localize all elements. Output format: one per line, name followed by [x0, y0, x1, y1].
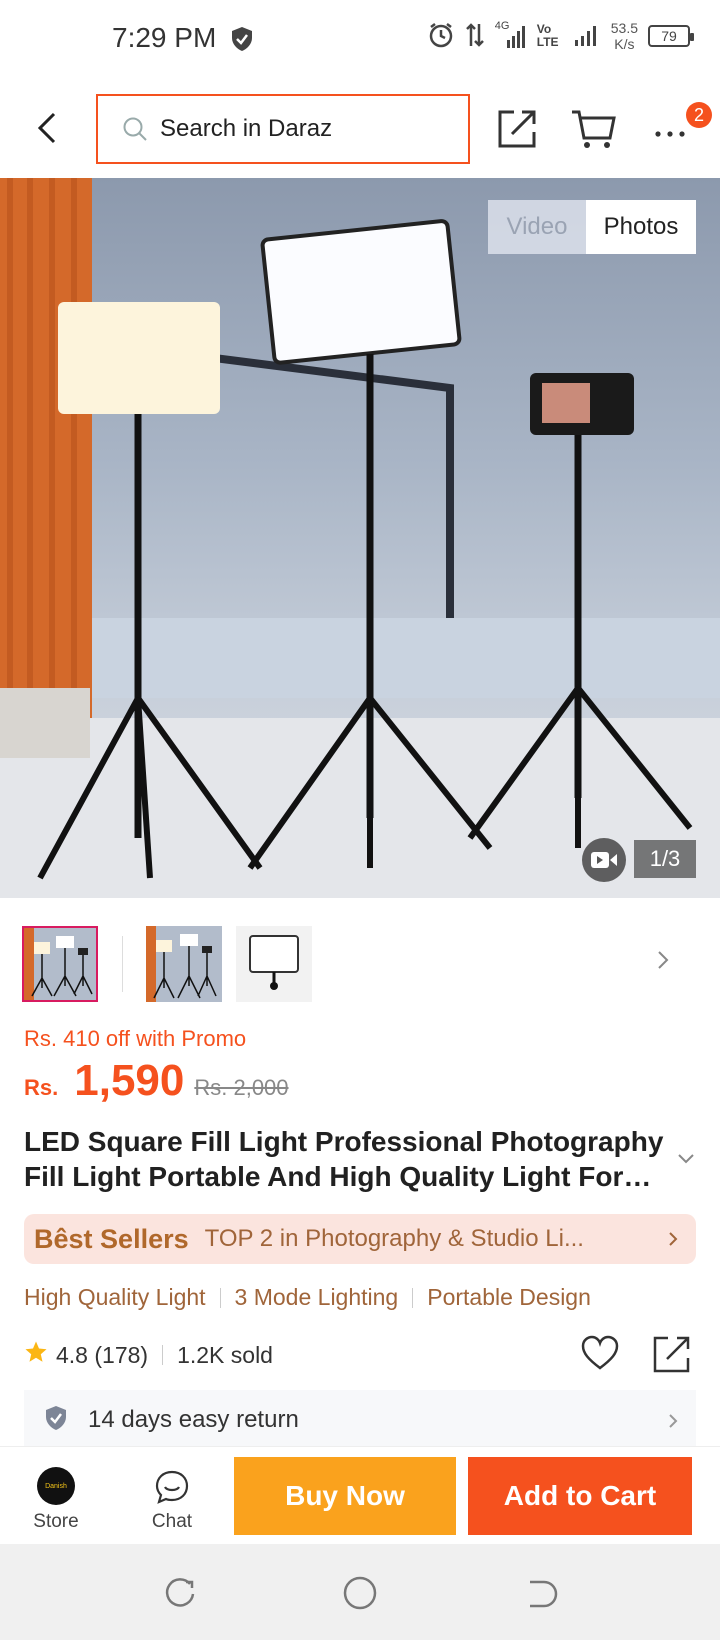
bottom-action-bar: Danish Store Chat Buy Now Add to Cart — [0, 1446, 720, 1544]
best-sellers-banner[interactable]: Bêst Sellers TOP 2 in Photography & Stud… — [24, 1214, 696, 1264]
best-sellers-label-b: B — [34, 1223, 54, 1254]
chevron-right-icon — [668, 1230, 678, 1253]
store-label: Store — [33, 1511, 79, 1532]
thumbnail-divider — [122, 936, 123, 992]
rating-score: 4.8 — [56, 1341, 88, 1368]
network-speed: 53.5 K/s — [611, 20, 638, 52]
chevron-right-icon — [658, 951, 669, 969]
thumbnail-image — [146, 926, 222, 1002]
chat-button[interactable]: Chat — [136, 1467, 208, 1537]
share-button[interactable] — [496, 106, 540, 150]
star-icon — [24, 1340, 48, 1370]
price-currency: Rs. — [24, 1075, 59, 1100]
store-logo: Danish — [37, 1467, 75, 1505]
wishlist-button[interactable] — [580, 1334, 620, 1374]
price-row: Rs. 1,590 Rs. 2,000 — [24, 1056, 289, 1106]
chevron-right-icon — [668, 1412, 678, 1435]
system-back-icon — [530, 1580, 558, 1608]
feature-tag: High Quality Light — [24, 1284, 206, 1310]
sold-count: 1.2K sold — [177, 1341, 273, 1368]
system-navigation-bar — [0, 1544, 720, 1640]
best-sellers-label-rest: st Sellers — [68, 1223, 189, 1254]
data-transfer-icon — [465, 22, 485, 51]
signal-icon — [573, 22, 601, 51]
product-photo — [0, 178, 720, 898]
speed-value: 53.5 — [610, 20, 638, 36]
store-button[interactable]: Danish Store — [20, 1467, 92, 1537]
status-indicators: 4G Vo LTE 53.5 K/s 79 — [427, 20, 694, 52]
tab-video[interactable]: Video — [488, 200, 586, 254]
signal-4g-icon: 4G — [495, 20, 527, 50]
recent-apps-button[interactable] — [162, 1576, 198, 1617]
thumbnail-strip — [22, 926, 698, 1002]
tab-photos[interactable]: Photos — [586, 200, 696, 254]
search-icon — [123, 117, 147, 141]
return-policy-row[interactable]: 14 days easy return — [24, 1390, 696, 1450]
price-original: Rs. 2,000 — [194, 1075, 289, 1100]
cart-count-badge: 2 — [686, 102, 712, 128]
product-share-button[interactable] — [652, 1334, 692, 1374]
battery-icon: 79 — [648, 25, 694, 47]
chat-icon — [155, 1470, 189, 1504]
status-time: 7:29 PM — [112, 22, 217, 53]
status-bar: 7:29 PM 4G Vo LTE 53.5 K/s 79 — [0, 0, 720, 82]
recent-apps-icon — [165, 1578, 195, 1607]
image-counter: 1/3 — [634, 840, 696, 878]
back-arrow-icon — [37, 112, 56, 144]
feature-divider — [219, 1287, 221, 1308]
app-header: Search in Daraz — [0, 82, 720, 178]
search-placeholder: Search in Daraz — [160, 115, 333, 142]
feature-tag: 3 Mode Lighting — [234, 1284, 399, 1310]
best-sellers-text: TOP 2 in Photography & Studio Li... — [204, 1225, 584, 1252]
home-button[interactable] — [342, 1574, 378, 1617]
store-logo-text: Danish — [45, 1482, 67, 1490]
heart-icon — [581, 1335, 619, 1370]
thumbnail-image — [236, 926, 312, 1002]
cart-button[interactable] — [570, 106, 618, 150]
chat-label: Chat — [151, 1511, 193, 1532]
promo-text: Rs. 410 off with Promo — [24, 1026, 247, 1051]
rating-count: (178) — [94, 1341, 149, 1368]
price-current: 1,590 — [74, 1056, 185, 1105]
video-play-button[interactable] — [582, 838, 626, 882]
chevron-down-icon — [678, 1154, 694, 1164]
share-icon — [498, 110, 536, 148]
home-icon — [343, 1576, 377, 1610]
share-icon — [653, 1336, 690, 1373]
shield-icon — [230, 26, 254, 57]
buy-now-button[interactable]: Buy Now — [234, 1457, 456, 1535]
best-sellers-label: Bêst Sellers — [34, 1224, 189, 1255]
system-back-button[interactable] — [522, 1576, 558, 1617]
add-to-cart-button[interactable]: Add to Cart — [468, 1457, 692, 1535]
back-button[interactable] — [28, 108, 68, 148]
battery-level: 79 — [661, 28, 677, 44]
speed-unit: K/s — [614, 36, 635, 52]
thumbnails-next-button[interactable] — [656, 948, 670, 977]
video-icon — [591, 852, 617, 868]
cart-icon — [572, 110, 616, 148]
media-type-toggle: Video Photos — [488, 200, 696, 254]
thumbnail-2[interactable] — [146, 926, 222, 1002]
feature-tags: High Quality Light 3 Mode Lighting Porta… — [24, 1284, 591, 1311]
shield-check-icon — [44, 1405, 68, 1436]
thumbnail-image — [24, 928, 96, 1000]
feature-divider — [412, 1287, 414, 1308]
title-expand-button[interactable] — [676, 1152, 696, 1171]
return-policy-text: 14 days easy return — [88, 1406, 299, 1433]
alarm-icon — [427, 21, 455, 52]
volte-label: Vo LTE — [536, 22, 559, 49]
search-bar[interactable]: Search in Daraz — [96, 94, 470, 164]
product-image-carousel[interactable]: Video Photos 1/3 — [0, 178, 720, 898]
rating-row[interactable]: 4.8 (178) 1.2K sold — [24, 1340, 273, 1370]
feature-tag: Portable Design — [427, 1284, 591, 1310]
best-sellers-label-crown-e: ê — [53, 1223, 69, 1254]
thumbnail-3[interactable] — [236, 926, 312, 1002]
product-title: LED Square Fill Light Professional Photo… — [24, 1126, 664, 1192]
rating-divider — [162, 1345, 164, 1365]
thumbnail-1[interactable] — [22, 926, 98, 1002]
